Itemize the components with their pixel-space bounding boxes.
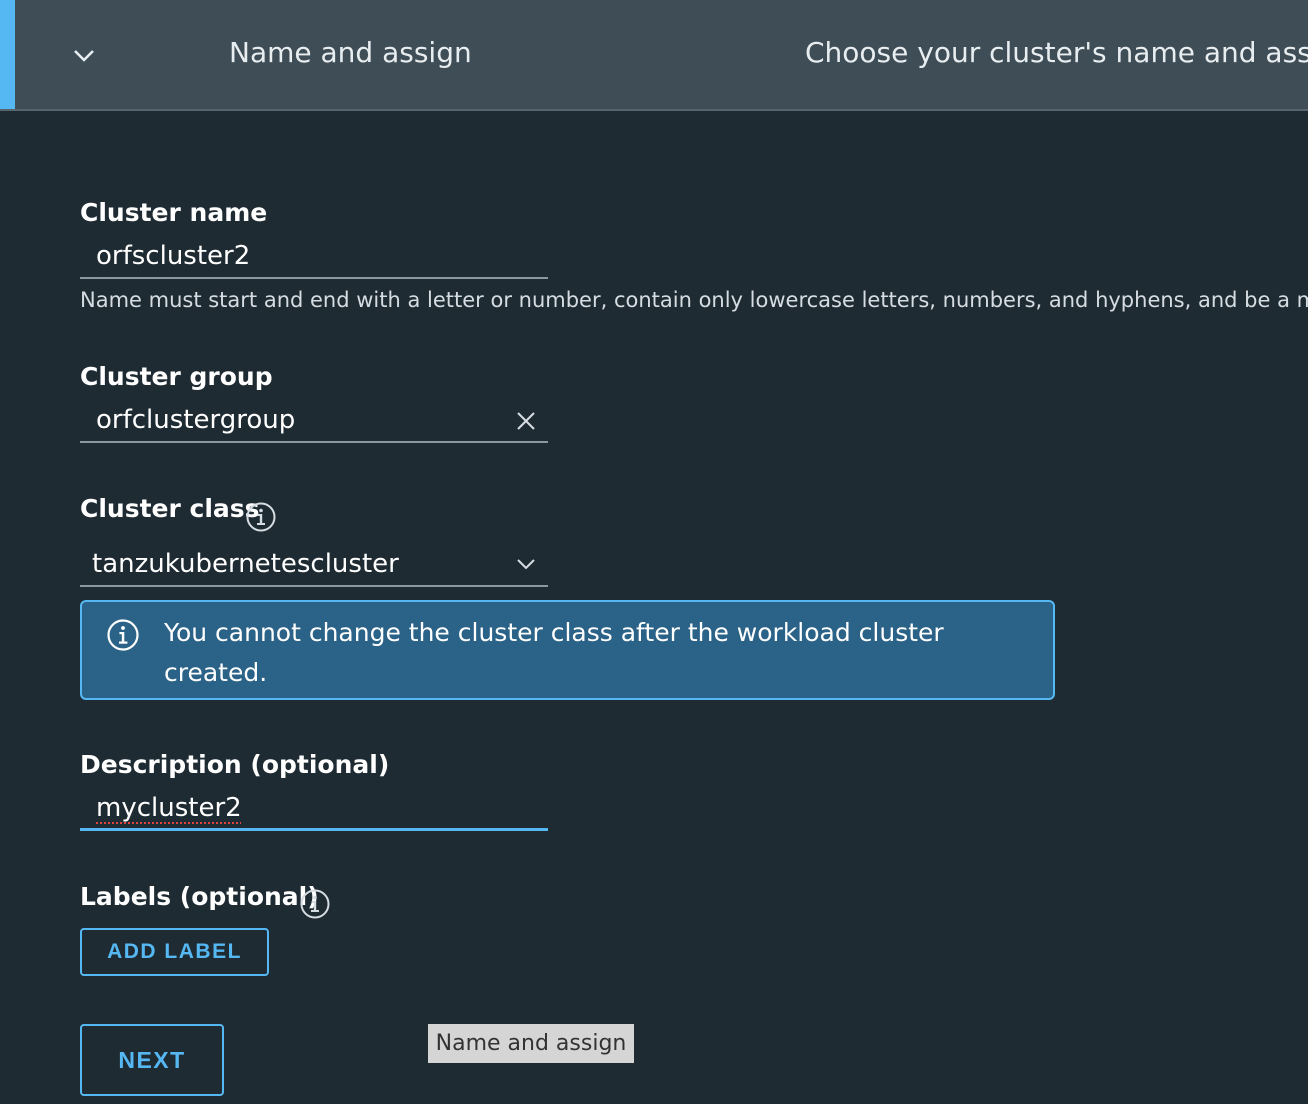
cluster-name-value: orfscluster2 xyxy=(96,241,251,271)
cluster-name-label: Cluster name xyxy=(80,198,268,227)
description-label: Description (optional) xyxy=(80,750,390,779)
info-icon xyxy=(107,619,139,651)
info-icon[interactable] xyxy=(245,501,277,533)
tooltip: Name and assign xyxy=(428,1024,634,1063)
chevron-down-icon[interactable] xyxy=(72,44,96,68)
description-value: mycluster2 xyxy=(96,793,242,823)
chevron-down-icon xyxy=(517,559,535,570)
next-button[interactable]: NEXT xyxy=(80,1024,224,1096)
clear-icon[interactable] xyxy=(516,411,536,431)
cluster-class-select[interactable]: tanzukubernetescluster xyxy=(80,541,548,587)
cluster-class-label: Cluster class xyxy=(80,494,260,523)
step-title: Name and assign xyxy=(229,36,472,69)
info-alert: You cannot change the cluster class afte… xyxy=(80,600,1055,700)
description-input[interactable]: mycluster2 xyxy=(80,785,548,831)
alert-message: You cannot change the cluster class afte… xyxy=(164,618,944,687)
cluster-group-value: orfclustergroup xyxy=(96,405,296,435)
cluster-name-helper-text: Name must start and end with a letter or… xyxy=(80,288,1308,312)
add-label-button[interactable]: ADD LABEL xyxy=(80,928,269,976)
labels-label: Labels (optional) xyxy=(80,882,319,911)
cluster-group-label: Cluster group xyxy=(80,362,273,391)
step-active-indicator xyxy=(0,0,15,109)
cluster-class-value: tanzukubernetescluster xyxy=(92,549,399,579)
step-header[interactable]: Name and assign Choose your cluster's na… xyxy=(0,0,1308,111)
step-description: Choose your cluster's name and assign xyxy=(805,36,1308,69)
cluster-name-input[interactable]: orfscluster2 xyxy=(80,233,548,279)
cluster-group-combobox[interactable]: orfclustergroup xyxy=(80,397,548,443)
info-icon[interactable] xyxy=(299,888,331,920)
